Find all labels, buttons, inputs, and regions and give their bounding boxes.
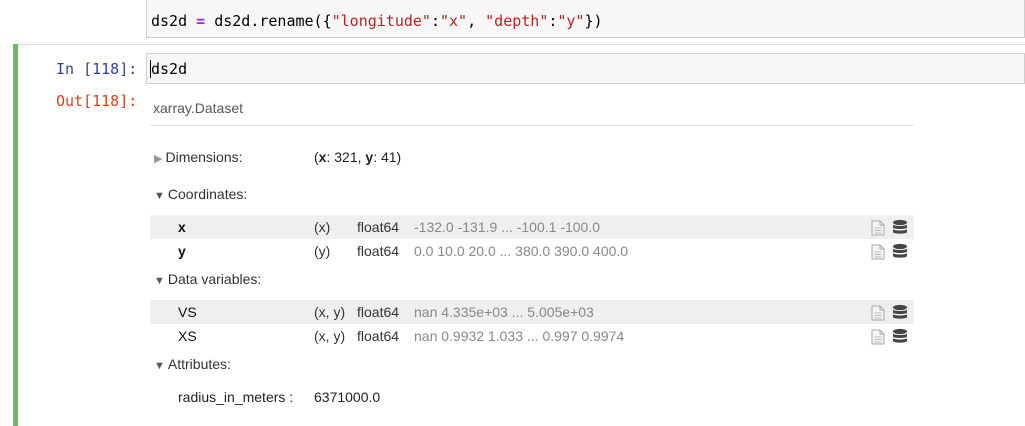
variable-dims: (x, y): [314, 304, 346, 320]
attribute-value: 6371000.0: [314, 389, 381, 405]
code-token: }): [584, 12, 603, 30]
data-variable-row-xs: XS (x, y) float64 nan 0.9932 1.033 ... 0…: [150, 324, 914, 348]
variable-preview: 0.0 10.0 20.0 ... 380.0 390.0 400.0: [414, 243, 629, 259]
variable-dims: (x): [314, 219, 331, 235]
document-icon[interactable]: [871, 305, 885, 326]
attributes-section-toggle[interactable]: ▼ Attributes:: [154, 356, 231, 372]
header-divider: [150, 125, 914, 126]
variable-preview: nan 0.9932 1.033 ... 0.997 0.9974: [414, 328, 625, 344]
coordinate-row-x: x (x) float64 -132.0 -131.9 ... -100.1 -…: [150, 215, 914, 239]
attributes-title: Attributes:: [167, 356, 231, 372]
coordinates-section-toggle[interactable]: ▼ Coordinates:: [154, 186, 247, 202]
triangle-down-icon: ▼: [154, 190, 165, 202]
dimensions-section-toggle[interactable]: ▶ Dimensions:: [154, 149, 243, 165]
input-prompt: In [118]:: [56, 60, 138, 78]
variable-dtype: float64: [357, 328, 400, 344]
dataset-type-header: xarray.Dataset: [153, 100, 243, 116]
dim-y-size: : 41): [373, 149, 402, 165]
variable-name: x: [178, 219, 186, 235]
dimensions-value: (x: 321, y: 41): [314, 149, 401, 165]
data-variables-section-toggle[interactable]: ▼ Data variables:: [154, 271, 261, 287]
variable-dtype: float64: [357, 219, 400, 235]
previous-cell-input[interactable]: ds2d = ds2d.rename({"longitude":"x", "de…: [146, 0, 1025, 38]
previous-cell-code: ds2d = ds2d.rename({"longitude":"x", "de…: [151, 12, 603, 30]
triangle-right-icon: ▶: [154, 153, 163, 165]
data-variable-row-vs: VS (x, y) float64 nan 4.335e+03 ... 5.00…: [150, 300, 914, 324]
variable-dims: (y): [314, 243, 331, 259]
code-string: "longitude": [331, 12, 431, 30]
variable-dtype: float64: [357, 304, 400, 320]
code-string: "depth": [485, 12, 549, 30]
document-icon[interactable]: [871, 244, 885, 265]
data-variables-title: Data variables:: [167, 271, 262, 287]
code-token: ds2d.rename({: [214, 12, 332, 30]
variable-dtype: float64: [357, 243, 400, 259]
database-icon[interactable]: [892, 304, 908, 325]
dim-x-size: : 321,: [326, 149, 366, 165]
database-icon[interactable]: [892, 243, 908, 264]
variable-name: XS: [178, 328, 197, 344]
output-prompt: Out[118]:: [56, 92, 138, 110]
variable-name: VS: [178, 304, 197, 320]
triangle-down-icon: ▼: [154, 360, 165, 372]
code-token: :: [430, 12, 440, 30]
code-string: "x": [440, 12, 468, 30]
code-token: ds2d: [151, 12, 188, 30]
document-icon[interactable]: [871, 220, 885, 241]
code-token: ,: [467, 12, 486, 30]
coordinates-title: Coordinates:: [167, 186, 248, 202]
cell-input[interactable]: ds2d: [146, 53, 1025, 84]
selected-cell-indicator: [13, 44, 18, 426]
variable-name: y: [178, 243, 186, 259]
triangle-down-icon: ▼: [154, 275, 165, 287]
document-icon[interactable]: [871, 329, 885, 350]
coordinate-row-y: y (y) float64 0.0 10.0 20.0 ... 380.0 39…: [150, 239, 914, 263]
variable-dims: (x, y): [314, 328, 346, 344]
code-string: "y": [557, 12, 585, 30]
database-icon[interactable]: [892, 219, 908, 240]
variable-preview: -132.0 -131.9 ... -100.1 -100.0: [414, 219, 601, 235]
code-operator: =: [196, 12, 206, 30]
cell-border: [13, 44, 1025, 45]
dimensions-title: Dimensions:: [165, 149, 243, 165]
database-icon[interactable]: [892, 328, 908, 349]
attribute-name: radius_in_meters :: [178, 389, 294, 405]
variable-preview: nan 4.335e+03 ... 5.005e+03: [414, 304, 594, 320]
cell-input-code: ds2d: [151, 60, 188, 78]
